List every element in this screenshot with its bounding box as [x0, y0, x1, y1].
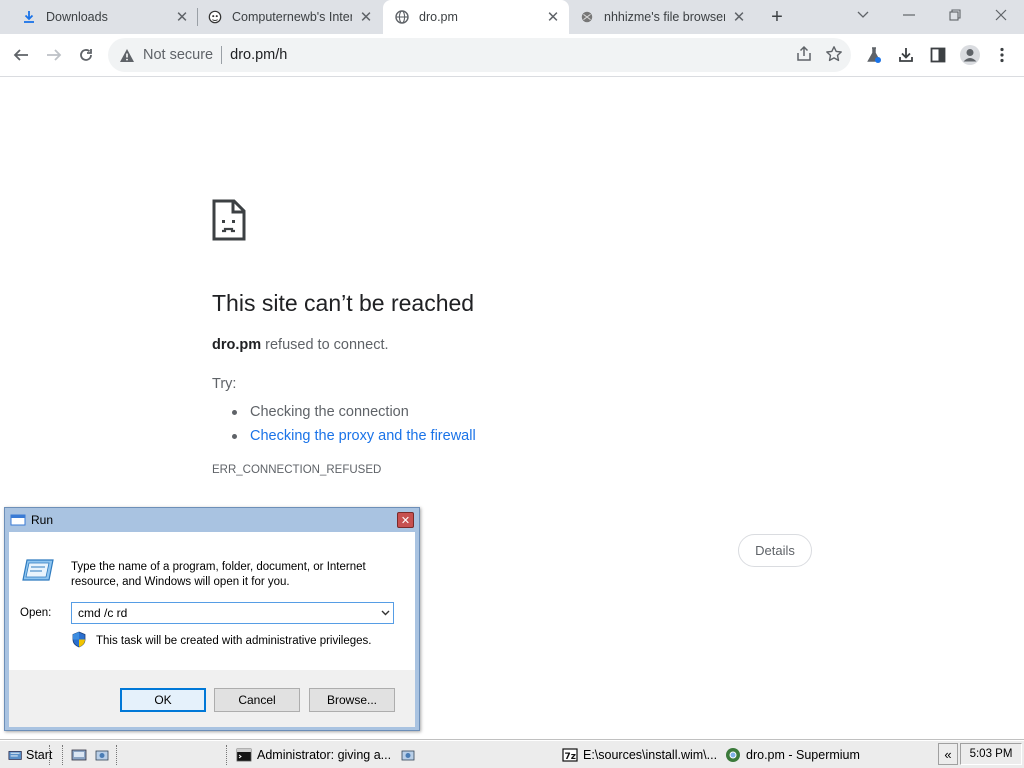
- admin-privileges-note: This task will be created with administr…: [71, 631, 371, 651]
- taskbar-item-label: dro.pm - Supermium: [746, 748, 860, 762]
- tray-expand-button[interactable]: «: [938, 743, 958, 765]
- error-code: ERR_CONNECTION_REFUSED: [212, 464, 382, 476]
- download-icon: [899, 48, 913, 62]
- close-tab-icon[interactable]: ✕: [174, 9, 190, 26]
- taskbar-item-install-wim[interactable]: 7z E:\sources\install.wim\...: [562, 744, 722, 766]
- taskbar-item-small[interactable]: [400, 744, 421, 766]
- reload-icon: [80, 49, 92, 61]
- chevron-down-icon[interactable]: [377, 603, 393, 623]
- bookmark-star-icon[interactable]: [825, 45, 843, 68]
- taskbar-item-supermium[interactable]: dro.pm - Supermium: [725, 744, 905, 766]
- forward-button[interactable]: [39, 40, 69, 70]
- suggestion-list: Checking the connection Checking the pro…: [232, 400, 476, 448]
- taskbar-item-administrator[interactable]: Administrator: giving a...: [236, 744, 396, 766]
- run-description: Type the name of a program, folder, docu…: [71, 561, 366, 588]
- close-window-button[interactable]: [986, 4, 1016, 26]
- suggestion-check-connection: Checking the connection: [232, 400, 476, 424]
- error-message-rest: refused to connect.: [261, 337, 389, 353]
- explorer-icon: [94, 747, 110, 763]
- tab-title: nhhizme's file browser: [604, 10, 725, 24]
- tab-search-icon[interactable]: [848, 4, 878, 26]
- supermium-icon: [725, 747, 741, 763]
- open-command-input[interactable]: cmd /c rd: [71, 602, 394, 624]
- restore-button[interactable]: [940, 4, 970, 26]
- menu-button[interactable]: [987, 40, 1017, 70]
- profile-button[interactable]: [955, 40, 985, 70]
- computernewb-icon: [208, 10, 222, 24]
- security-label[interactable]: Not secure: [143, 47, 213, 63]
- kebab-menu-icon: [1000, 47, 1004, 63]
- error-message: dro.pm refused to connect.: [212, 337, 389, 353]
- downloads-button[interactable]: [891, 40, 921, 70]
- run-program-icon: [21, 557, 55, 588]
- run-title-icon: [10, 513, 26, 527]
- flask-icon: [867, 47, 881, 63]
- uac-shield-icon: [71, 631, 87, 651]
- globe-icon: [395, 10, 409, 24]
- show-desktop-quicklaunch[interactable]: [71, 744, 92, 766]
- tab-dro-pm[interactable]: dro.pm ✕: [383, 0, 569, 34]
- profile-avatar-icon: [960, 45, 980, 65]
- warning-icon[interactable]: [118, 46, 136, 64]
- explorer-quicklaunch[interactable]: [94, 744, 115, 766]
- run-dialog: Run ✕ Type the name of a program, folder…: [4, 507, 420, 731]
- run-dialog-body: Type the name of a program, folder, docu…: [9, 532, 415, 727]
- address-bar[interactable]: Not secure dro.pm/h: [108, 38, 851, 72]
- open-input-value[interactable]: cmd /c rd: [78, 606, 377, 620]
- back-button[interactable]: [6, 40, 36, 70]
- error-title: This site can’t be reached: [212, 290, 475, 316]
- tab-title: Computernewb's Internet: [232, 10, 352, 24]
- browser-toolbar: Not secure dro.pm/h: [0, 34, 1024, 77]
- run-close-button[interactable]: ✕: [397, 512, 414, 528]
- tab-file-browser[interactable]: nhhizme's file browser ✕: [570, 0, 755, 34]
- labs-button[interactable]: [859, 40, 889, 70]
- tab-title: Downloads: [46, 10, 108, 24]
- close-tab-icon[interactable]: ✕: [358, 9, 374, 26]
- svg-text:7z: 7z: [565, 752, 577, 762]
- tab-strip: Downloads ✕ Computernewb's Internet ✕ dr…: [0, 0, 1024, 34]
- sad-page-icon: [211, 198, 247, 247]
- try-label: Try:: [212, 376, 237, 392]
- suggestion-check-proxy-link[interactable]: Checking the proxy and the firewall: [232, 424, 476, 448]
- download-icon: [22, 10, 36, 24]
- window-icon: [400, 747, 416, 763]
- tab-downloads[interactable]: Downloads ✕: [10, 0, 198, 34]
- side-panel-button[interactable]: [923, 40, 953, 70]
- details-button[interactable]: Details: [738, 534, 812, 567]
- ok-button[interactable]: OK: [120, 688, 206, 712]
- taskbar-item-label: Administrator: giving a...: [257, 748, 392, 762]
- minimize-button[interactable]: [894, 4, 924, 26]
- cmd-icon: [236, 747, 252, 763]
- url-text[interactable]: dro.pm/h: [230, 47, 287, 63]
- tab-title: dro.pm: [419, 10, 458, 24]
- cancel-button[interactable]: Cancel: [214, 688, 300, 712]
- show-desktop-icon: [71, 747, 87, 763]
- tab-computernewb[interactable]: Computernewb's Internet ✕: [198, 0, 382, 34]
- taskbar-item-label: E:\sources\install.wim\...: [583, 748, 718, 762]
- open-label: Open:: [20, 607, 52, 619]
- 7zip-icon: 7z: [562, 747, 578, 763]
- admin-note-text: This task will be created with administr…: [96, 635, 372, 647]
- new-tab-button[interactable]: +: [765, 6, 789, 28]
- error-host: dro.pm: [212, 337, 262, 353]
- close-tab-icon[interactable]: ✕: [545, 9, 561, 26]
- run-dialog-title: Run: [31, 513, 54, 527]
- screen: Downloads ✕ Computernewb's Internet ✕ dr…: [0, 0, 1024, 768]
- forward-arrow-icon: [47, 49, 62, 61]
- taskbar: Start Administrator: giving a... 7z E:\s…: [0, 740, 1024, 768]
- share-icon[interactable]: [795, 45, 813, 68]
- file-browser-icon: [580, 10, 594, 24]
- start-button[interactable]: Start: [8, 744, 52, 766]
- start-icon: [8, 747, 24, 763]
- run-dialog-titlebar[interactable]: Run ✕: [5, 508, 419, 532]
- browse-button[interactable]: Browse...: [309, 688, 395, 712]
- reload-button[interactable]: [71, 40, 101, 70]
- close-tab-icon[interactable]: ✕: [731, 9, 747, 26]
- side-panel-icon: [930, 47, 946, 63]
- back-arrow-icon: [13, 49, 28, 61]
- clock[interactable]: 5:03 PM: [960, 743, 1022, 765]
